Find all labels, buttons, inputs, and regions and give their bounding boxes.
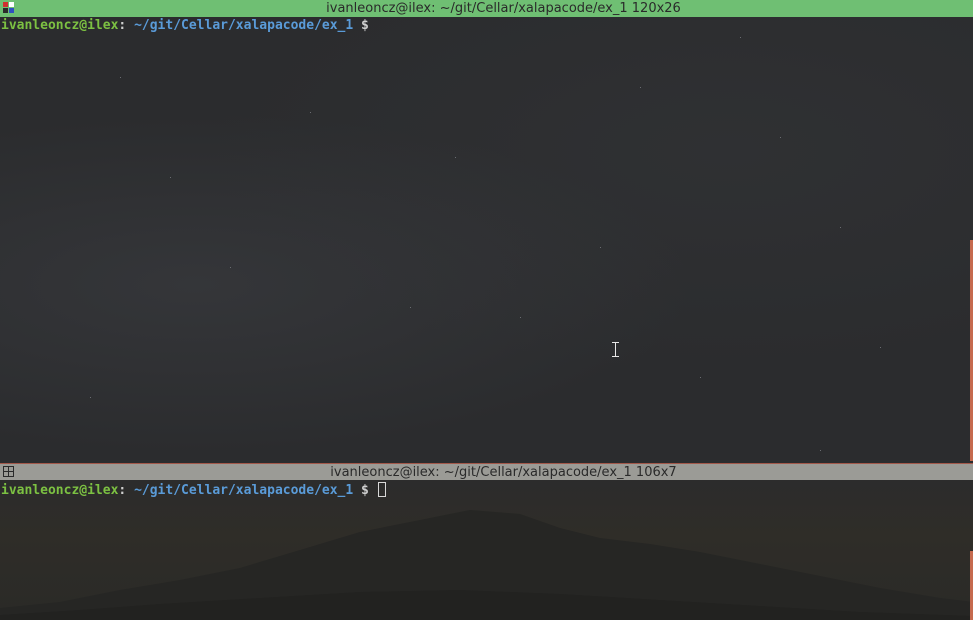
top-terminal-titlebar[interactable]: ivanleoncz@ilex: ~/git/Cellar/xalapacode… [0,0,973,17]
background-star [600,247,601,248]
terminal-text-cursor[interactable] [377,482,386,497]
top-terminal-prompt: ivanleoncz@ilex: ~/git/Cellar/xalapacode… [1,18,369,34]
background-star [640,87,641,88]
desktop-screen: ivanleoncz@ilex: ~/git/Cellar/xalapacode… [0,0,973,620]
prompt-symbol: $ [361,18,369,33]
background-star [820,450,821,451]
prompt-path: ~/git/Cellar/xalapacode/ex_1 [134,483,354,498]
prompt-separator: : [118,18,127,33]
prompt-symbol: $ [361,483,369,498]
wallpaper-mountain [0,510,973,620]
bottom-terminal-title: ivanleoncz@ilex: ~/git/Cellar/xalapacode… [330,465,677,480]
background-star [840,227,841,228]
background-star [310,112,311,113]
window-menu-icon[interactable] [3,466,14,477]
background-star [880,347,881,348]
background-star [410,307,411,308]
background-star [780,137,781,138]
background-star [740,37,741,38]
prompt-user: ivanleoncz@ilex [1,483,119,498]
background-star [700,377,701,378]
prompt-path: ~/git/Cellar/xalapacode/ex_1 [134,18,354,33]
text-ibeam-cursor-icon [612,342,619,357]
background-star [90,397,91,398]
bottom-terminal-prompt: ivanleoncz@ilex: ~/git/Cellar/xalapacode… [1,482,386,499]
background-star [230,267,231,268]
top-terminal-title: ivanleoncz@ilex: ~/git/Cellar/xalapacode… [326,1,681,16]
bottom-terminal-pane[interactable]: ivanleoncz@ilex: ~/git/Cellar/xalapacode… [0,480,973,620]
prompt-separator: : [118,483,127,498]
background-star [120,77,121,78]
top-terminal-pane[interactable]: ivanleoncz@ilex: ~/git/Cellar/xalapacode… [0,17,973,463]
bottom-terminal-titlebar[interactable]: ivanleoncz@ilex: ~/git/Cellar/xalapacode… [0,463,973,480]
window-menu-icon[interactable] [3,2,15,14]
background-star [520,317,521,318]
background-star [455,157,456,158]
background-star [170,177,171,178]
prompt-user: ivanleoncz@ilex [1,18,119,33]
